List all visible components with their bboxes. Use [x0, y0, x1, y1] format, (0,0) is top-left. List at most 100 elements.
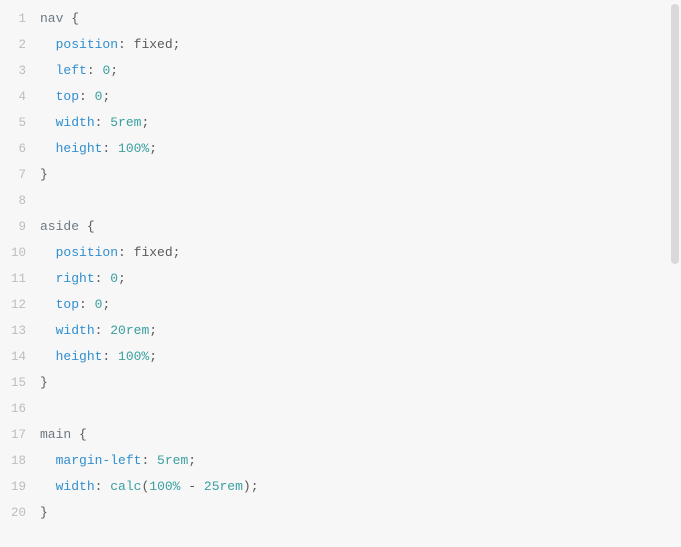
code-token: ;	[149, 349, 157, 364]
code-token: 20rem	[110, 323, 149, 338]
code-content: margin-left: 5rem;	[40, 448, 196, 474]
code-token: 100%	[149, 479, 180, 494]
code-content: left: 0;	[40, 58, 118, 84]
code-token	[40, 245, 56, 260]
code-line[interactable]: 2 position: fixed;	[0, 32, 681, 58]
code-token: margin-left	[56, 453, 142, 468]
code-token: position	[56, 37, 118, 52]
line-number: 13	[0, 318, 40, 344]
code-content: aside {	[40, 214, 95, 240]
code-line[interactable]: 7}	[0, 162, 681, 188]
code-token: {	[71, 427, 87, 442]
code-line[interactable]: 10 position: fixed;	[0, 240, 681, 266]
code-line[interactable]: 11 right: 0;	[0, 266, 681, 292]
code-token: ;	[141, 115, 149, 130]
code-line[interactable]: 18 margin-left: 5rem;	[0, 448, 681, 474]
code-token: ;	[102, 89, 110, 104]
line-number: 6	[0, 136, 40, 162]
code-line[interactable]: 17main {	[0, 422, 681, 448]
code-content: top: 0;	[40, 292, 110, 318]
code-line[interactable]: 15}	[0, 370, 681, 396]
scrollbar-thumb[interactable]	[671, 4, 679, 264]
code-line[interactable]: 1nav {	[0, 6, 681, 32]
code-token	[40, 89, 56, 104]
code-token: top	[56, 297, 79, 312]
code-token: fixed	[134, 245, 173, 260]
line-number: 18	[0, 448, 40, 474]
code-content: nav {	[40, 6, 79, 32]
code-token: :	[95, 323, 111, 338]
scrollbar-track[interactable]	[671, 4, 679, 543]
code-line[interactable]: 4 top: 0;	[0, 84, 681, 110]
code-line[interactable]: 16	[0, 396, 681, 422]
code-token: width	[56, 115, 95, 130]
code-token: position	[56, 245, 118, 260]
line-number: 2	[0, 32, 40, 58]
line-number: 20	[0, 500, 40, 526]
code-line[interactable]: 5 width: 5rem;	[0, 110, 681, 136]
line-number: 14	[0, 344, 40, 370]
code-token: ;	[149, 141, 157, 156]
code-line[interactable]: 13 width: 20rem;	[0, 318, 681, 344]
code-token: calc	[110, 479, 141, 494]
code-lines: 1nav {2 position: fixed;3 left: 0;4 top:…	[0, 6, 681, 526]
code-content: height: 100%;	[40, 136, 157, 162]
code-token: 100%	[118, 349, 149, 364]
code-line[interactable]: 12 top: 0;	[0, 292, 681, 318]
line-number: 11	[0, 266, 40, 292]
code-line[interactable]: 6 height: 100%;	[0, 136, 681, 162]
code-token: :	[102, 141, 118, 156]
code-token: ;	[118, 271, 126, 286]
code-line[interactable]: 19 width: calc(100% - 25rem);	[0, 474, 681, 500]
code-content: position: fixed;	[40, 240, 180, 266]
code-token: ;	[149, 323, 157, 338]
code-token: right	[56, 271, 95, 286]
code-token: 25rem	[204, 479, 243, 494]
code-token: :	[141, 453, 157, 468]
code-content: position: fixed;	[40, 32, 180, 58]
line-number: 12	[0, 292, 40, 318]
code-token	[40, 115, 56, 130]
code-token	[40, 271, 56, 286]
code-line[interactable]: 14 height: 100%;	[0, 344, 681, 370]
line-number: 3	[0, 58, 40, 84]
line-number: 5	[0, 110, 40, 136]
code-token	[40, 37, 56, 52]
line-number: 17	[0, 422, 40, 448]
code-token: aside	[40, 219, 79, 234]
code-content: width: 5rem;	[40, 110, 149, 136]
code-token: )	[243, 479, 251, 494]
code-token: ;	[110, 63, 118, 78]
code-content: }	[40, 162, 48, 188]
code-token: ;	[173, 245, 181, 260]
code-line[interactable]: 3 left: 0;	[0, 58, 681, 84]
code-content: top: 0;	[40, 84, 110, 110]
line-number: 4	[0, 84, 40, 110]
code-token	[40, 297, 56, 312]
code-token	[40, 63, 56, 78]
code-token: ;	[188, 453, 196, 468]
code-token: height	[56, 349, 103, 364]
code-token: height	[56, 141, 103, 156]
code-token: :	[102, 349, 118, 364]
code-token: main	[40, 427, 71, 442]
code-line[interactable]: 20}	[0, 500, 681, 526]
line-number: 10	[0, 240, 40, 266]
code-token: :	[118, 245, 134, 260]
line-number: 9	[0, 214, 40, 240]
code-token: :	[79, 89, 95, 104]
code-token: 0	[110, 271, 118, 286]
code-token	[40, 479, 56, 494]
code-token: :	[118, 37, 134, 52]
line-number: 7	[0, 162, 40, 188]
code-token	[40, 141, 56, 156]
code-content: right: 0;	[40, 266, 126, 292]
code-token: width	[56, 323, 95, 338]
code-token: ;	[173, 37, 181, 52]
code-token: left	[56, 63, 87, 78]
code-content: width: calc(100% - 25rem);	[40, 474, 259, 500]
code-content: }	[40, 500, 48, 526]
code-line[interactable]: 8	[0, 188, 681, 214]
code-line[interactable]: 9aside {	[0, 214, 681, 240]
code-token: {	[63, 11, 79, 26]
